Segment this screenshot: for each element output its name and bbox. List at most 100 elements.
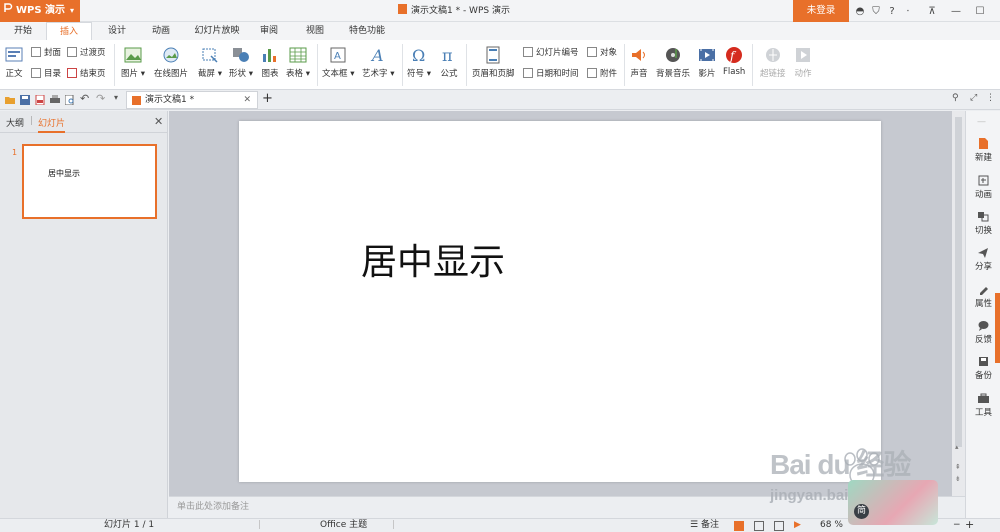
symbol-button[interactable]: Ω 符号 ▾ <box>407 46 431 79</box>
animation-pane-button[interactable]: 动画 <box>966 175 1000 200</box>
movie-button[interactable]: 影片 <box>698 46 716 79</box>
table-icon <box>289 47 307 63</box>
attachment-icon <box>587 68 597 78</box>
login-button[interactable]: 未登录 <box>793 0 849 22</box>
zoom-out-icon[interactable]: − <box>953 519 961 532</box>
save-icon[interactable] <box>20 95 30 105</box>
slide-number-button[interactable]: 幻灯片编号 <box>523 44 579 60</box>
expand-icon[interactable]: ⤢ <box>970 93 980 103</box>
slide-count: 幻灯片 1 / 1 <box>104 520 155 530</box>
collapse-ribbon-icon[interactable]: ⊼ <box>924 6 940 17</box>
action-button[interactable]: 动作 <box>794 46 812 79</box>
redo-icon[interactable]: ↷ <box>96 92 106 105</box>
toc-icon <box>31 68 41 78</box>
help-icon[interactable]: ? <box>884 6 900 17</box>
object-icon <box>587 47 597 57</box>
toolbox-icon <box>978 393 989 403</box>
chart-button[interactable]: 图表 <box>261 46 279 79</box>
slide-text[interactable]: 居中显示 <box>361 233 505 285</box>
document-tab[interactable]: 演示文稿1 * ✕ <box>126 91 258 109</box>
print-icon[interactable] <box>50 95 60 105</box>
share-button[interactable]: 分享 <box>966 247 1000 272</box>
online-picture-button[interactable]: 在线图片 <box>154 46 188 79</box>
tab-insert[interactable]: 插入 <box>46 22 92 41</box>
tab-design[interactable]: 设计 <box>100 22 134 40</box>
next-slide-icon[interactable]: ⇟ <box>955 475 961 483</box>
scroll-thumb[interactable] <box>955 117 962 447</box>
panel-tabs: 大纲 | 幻灯片 ✕ <box>0 111 168 133</box>
open-folder-icon[interactable] <box>5 95 15 105</box>
transition-page-button[interactable]: 过渡页 <box>67 44 106 60</box>
picture-button[interactable]: 图片 ▾ <box>121 46 145 79</box>
tab-review[interactable]: 审阅 <box>254 22 284 40</box>
notes-toggle[interactable]: ☰ 备注 <box>690 519 719 532</box>
normal-view-icon[interactable] <box>734 521 744 531</box>
tab-home[interactable]: 开始 <box>6 22 40 40</box>
animation-icon <box>978 175 989 186</box>
date-time-button[interactable]: 日期和时间 <box>523 65 579 81</box>
print-preview-icon[interactable] <box>65 95 75 105</box>
header-footer-icon <box>486 46 500 64</box>
object-button[interactable]: 对象 <box>587 44 617 60</box>
zoom-in-icon[interactable]: + <box>965 518 974 531</box>
close-tab-icon[interactable]: ✕ <box>243 92 251 109</box>
svg-text:Ω: Ω <box>412 46 425 64</box>
shirt-icon[interactable]: ⛉ <box>868 6 884 17</box>
pi-icon: π <box>442 46 453 64</box>
background-music-button[interactable]: 背景音乐 <box>656 46 690 79</box>
wordart-button[interactable]: A 艺术字 ▾ <box>362 46 394 79</box>
tab-menu-icon[interactable]: ⋮ <box>986 93 996 103</box>
hyperlink-button[interactable]: 超链接 <box>760 46 786 79</box>
vertical-scrollbar[interactable]: ▴ ⇞ ⇟ <box>952 111 965 496</box>
flash-button[interactable]: f Flash <box>723 46 745 77</box>
new-button[interactable]: 新建 <box>966 138 1000 163</box>
tab-special[interactable]: 特色功能 <box>342 22 392 40</box>
end-page-button[interactable]: 结束页 <box>67 65 106 81</box>
table-button[interactable]: 表格 ▾ <box>286 46 310 79</box>
tab-slides[interactable]: 幻灯片 <box>38 116 66 133</box>
close-panel-icon[interactable]: ✕ <box>154 115 163 128</box>
zoom-level[interactable]: 68 % <box>820 519 843 532</box>
pin-icon[interactable]: ⚲ <box>952 93 962 103</box>
feedback-icon <box>978 321 989 331</box>
body-button[interactable]: 正文 <box>5 46 23 79</box>
transition-button[interactable]: 切换 <box>966 211 1000 236</box>
cover-button[interactable]: 封面 <box>31 44 61 60</box>
export-pdf-icon[interactable] <box>35 95 45 105</box>
slide-thumbnail[interactable]: 居中显示 <box>22 144 157 219</box>
tab-slideshow[interactable]: 幻灯片放映 <box>188 22 246 40</box>
shape-button[interactable]: 形状 ▾ <box>229 46 253 79</box>
screenshot-button[interactable]: 截屏 ▾ <box>198 46 222 79</box>
new-tab-icon[interactable]: + <box>262 91 273 106</box>
scroll-up-icon[interactable]: ▴ <box>955 443 959 451</box>
maximize-icon[interactable]: ☐ <box>972 6 988 17</box>
slide-sorter-icon[interactable] <box>754 521 764 531</box>
tools-button[interactable]: 工具 <box>966 393 1000 418</box>
more-icon[interactable]: ⋅ <box>900 6 916 17</box>
slideshow-play-icon[interactable]: ▶ <box>794 519 801 532</box>
pane-toggle-handle[interactable] <box>995 293 1000 363</box>
app-menu-button[interactable]: WPS 演示 ▾ <box>0 0 80 22</box>
minimize-icon[interactable]: — <box>948 6 964 17</box>
tab-animation[interactable]: 动画 <box>144 22 178 40</box>
notes-area[interactable]: 单击此处添加备注 <box>169 496 965 518</box>
window-controls: ◓ ⛉ ? ⋅ ⊼ — ☐ ✕ <box>852 0 1000 22</box>
undo-icon[interactable]: ↶ <box>80 92 90 105</box>
status-bar: 幻灯片 1 / 1 | Office 主题 | ☰ 备注 ▶ 68 % − + <box>0 518 1000 532</box>
textbox-button[interactable]: A 文本框 ▾ <box>322 46 354 79</box>
slide[interactable]: 居中显示 <box>239 121 881 482</box>
sound-button[interactable]: 声音 <box>630 46 648 79</box>
customize-qat-icon[interactable]: ▾ <box>114 93 124 103</box>
speaker-icon <box>632 49 645 61</box>
prev-slide-icon[interactable]: ⇞ <box>955 463 961 471</box>
reading-view-icon[interactable] <box>774 521 784 531</box>
tab-view[interactable]: 视图 <box>298 22 332 40</box>
wordart-icon: A <box>370 46 384 64</box>
close-icon[interactable]: ✕ <box>996 6 1000 17</box>
attachment-button[interactable]: 附件 <box>587 65 617 81</box>
header-footer-button[interactable]: 页眉和页脚 <box>472 46 515 79</box>
formula-button[interactable]: π 公式 <box>440 46 458 79</box>
skin-icon[interactable]: ◓ <box>852 6 868 17</box>
toc-button[interactable]: 目录 <box>31 65 61 81</box>
tab-outline[interactable]: 大纲 <box>6 116 24 129</box>
